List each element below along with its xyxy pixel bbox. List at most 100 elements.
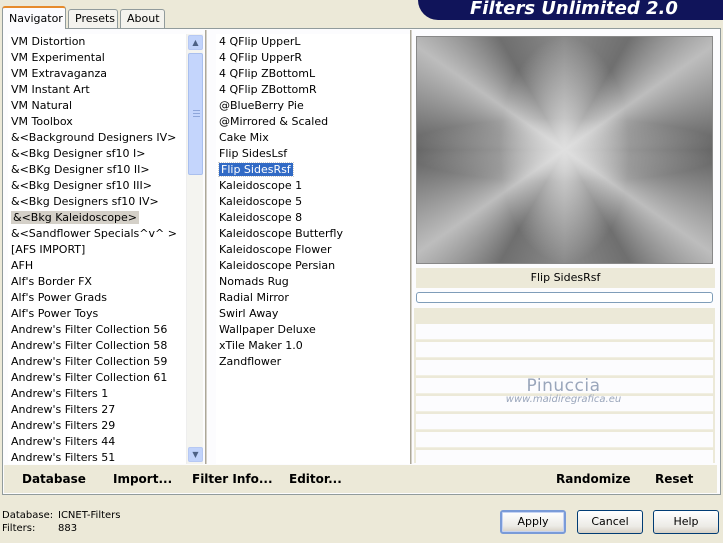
category-item[interactable]: Andrew's Filters 44 xyxy=(8,434,186,450)
filter-item-label: Kaleidoscope 1 xyxy=(219,179,303,192)
import-button[interactable]: Import... xyxy=(113,472,172,486)
filter-item[interactable]: Kaleidoscope 1 xyxy=(216,178,410,194)
category-item[interactable]: VM Experimental xyxy=(8,50,186,66)
filter-item[interactable]: Kaleidoscope Persian xyxy=(216,258,410,274)
filter-list[interactable]: 4 QFlip UpperL 4 QFlip UpperR 4 QFlip ZBot… xyxy=(216,34,410,464)
category-item[interactable]: Andrew's Filter Collection 59 xyxy=(8,354,186,370)
chevron-up-icon[interactable]: ▲ xyxy=(188,35,203,50)
panel-button-bar: Database Import... Filter Info... Editor… xyxy=(4,465,717,493)
category-item-label: Andrew's Filters 51 xyxy=(11,451,116,464)
filter-info-button[interactable]: Filter Info... xyxy=(192,472,273,486)
apply-button[interactable]: Apply xyxy=(500,510,566,534)
filter-item-label: Flip SidesRsf xyxy=(218,162,294,177)
filter-item[interactable]: @Mirrored & Scaled xyxy=(216,114,410,130)
parameter-row xyxy=(416,378,713,394)
filter-item[interactable]: Kaleidoscope Flower xyxy=(216,242,410,258)
filter-item[interactable]: xTile Maker 1.0 xyxy=(216,338,410,354)
category-item[interactable]: Andrew's Filter Collection 56 xyxy=(8,322,186,338)
parameter-row xyxy=(416,342,713,358)
help-button[interactable]: Help xyxy=(653,510,719,534)
grip-line xyxy=(193,110,200,111)
filter-item-label: Nomads Rug xyxy=(219,275,289,288)
filter-item[interactable]: Kaleidoscope Butterfly xyxy=(216,226,410,242)
category-item[interactable]: AFH xyxy=(8,258,186,274)
filter-item[interactable]: Kaleidoscope 8 xyxy=(216,210,410,226)
category-item-label: AFH xyxy=(11,259,34,272)
category-item[interactable]: VM Extravaganza xyxy=(8,66,186,82)
category-item-label: Andrew's Filters 1 xyxy=(11,387,109,400)
list-divider xyxy=(205,30,207,464)
app-title: Filters Unlimited 2.0 xyxy=(470,0,678,19)
grip-line xyxy=(193,113,200,114)
filter-item-label: xTile Maker 1.0 xyxy=(219,339,303,352)
filter-item[interactable]: 4 QFlip ZBottomR xyxy=(216,82,410,98)
category-item[interactable]: &<Sandflower Specials^v^ > xyxy=(8,226,186,242)
category-item[interactable]: Andrew's Filters 27 xyxy=(8,402,186,418)
category-item-label: &<Bkg Designer sf10 I> xyxy=(11,147,146,160)
category-item[interactable]: &<Bkg Designer sf10 I> xyxy=(8,146,186,162)
reset-button[interactable]: Reset xyxy=(655,472,693,486)
cancel-button[interactable]: Cancel xyxy=(577,510,643,534)
category-item-label: VM Toolbox xyxy=(11,115,73,128)
filter-item[interactable]: 4 QFlip UpperR xyxy=(216,50,410,66)
tab-presets[interactable]: Presets xyxy=(68,9,118,28)
category-item[interactable]: Andrew's Filter Collection 61 xyxy=(8,370,186,386)
filters-label: Filters: xyxy=(2,523,36,534)
category-item[interactable]: Andrew's Filters 1 xyxy=(8,386,186,402)
category-item[interactable]: Alf's Power Grads xyxy=(8,290,186,306)
category-item[interactable]: VM Toolbox xyxy=(8,114,186,130)
filters-count: 883 xyxy=(58,523,78,534)
filter-item-label: Flip SidesLsf xyxy=(219,147,288,160)
category-item[interactable]: Andrew's Filters 29 xyxy=(8,418,186,434)
category-item-label: Andrew's Filter Collection 61 xyxy=(11,371,168,384)
category-item[interactable]: VM Distortion xyxy=(8,34,186,50)
chevron-down-icon[interactable]: ▼ xyxy=(188,447,203,462)
filter-item[interactable]: Kaleidoscope 5 xyxy=(216,194,410,210)
tab-navigator[interactable]: Navigator xyxy=(2,6,66,29)
filter-item[interactable]: Nomads Rug xyxy=(216,274,410,290)
filter-item-label: Kaleidoscope 5 xyxy=(219,195,303,208)
category-item[interactable]: &<Bkg Kaleidoscope> xyxy=(8,210,186,226)
category-item[interactable]: Alf's Power Toys xyxy=(8,306,186,322)
filter-item-label: Kaleidoscope Persian xyxy=(219,259,336,272)
category-item[interactable]: VM Instant Art xyxy=(8,82,186,98)
category-list[interactable]: VM Distortion VM Experimental VM Extravaga… xyxy=(8,34,186,464)
category-item[interactable]: &<Background Designers IV> xyxy=(8,130,186,146)
category-scrollbar[interactable]: ▲ ▼ xyxy=(186,34,203,464)
database-button[interactable]: Database xyxy=(22,472,86,486)
filter-item-label: 4 QFlip ZBottomR xyxy=(219,83,317,96)
parameter-row xyxy=(416,432,713,448)
filter-item[interactable]: Swirl Away xyxy=(216,306,410,322)
category-item[interactable]: &<Bkg Designer sf10 III> xyxy=(8,178,186,194)
filter-item-label: Kaleidoscope Butterfly xyxy=(219,227,343,240)
category-item[interactable]: Andrew's Filter Collection 58 xyxy=(8,338,186,354)
category-item[interactable]: VM Natural xyxy=(8,98,186,114)
category-item-label: Andrew's Filter Collection 58 xyxy=(11,339,168,352)
category-item[interactable]: Andrew's Filters 51 xyxy=(8,450,186,464)
category-item-label: Andrew's Filter Collection 59 xyxy=(11,355,168,368)
filter-item[interactable]: Zandflower xyxy=(216,354,410,370)
filter-item-label: 4 QFlip UpperL xyxy=(219,35,301,48)
category-item[interactable]: &<BKg Designer sf10 II> xyxy=(8,162,186,178)
category-item[interactable]: &<Bkg Designers sf10 IV> xyxy=(8,194,186,210)
filter-item[interactable]: Cake Mix xyxy=(216,130,410,146)
category-item-label: &<Bkg Designer sf10 III> xyxy=(11,179,153,192)
filter-item[interactable]: Flip SidesRsf xyxy=(216,162,410,178)
parameter-row xyxy=(416,324,713,340)
filter-item[interactable]: 4 QFlip UpperL xyxy=(216,34,410,50)
editor-button[interactable]: Editor... xyxy=(289,472,342,486)
category-item[interactable]: Alf's Border FX xyxy=(8,274,186,290)
filter-item[interactable]: Radial Mirror xyxy=(216,290,410,306)
filter-item[interactable]: Wallpaper Deluxe xyxy=(216,322,410,338)
category-item[interactable]: [AFS IMPORT] xyxy=(8,242,186,258)
filter-item[interactable]: Flip SidesLsf xyxy=(216,146,410,162)
filter-item-label: Swirl Away xyxy=(219,307,279,320)
tab-about[interactable]: About xyxy=(120,9,165,28)
scrollbar-thumb[interactable] xyxy=(188,53,203,175)
filter-item[interactable]: 4 QFlip ZBottomL xyxy=(216,66,410,82)
parameter-row xyxy=(416,414,713,430)
category-item-label: VM Instant Art xyxy=(11,83,90,96)
category-item-label: [AFS IMPORT] xyxy=(11,243,86,256)
filter-item[interactable]: @BlueBerry Pie xyxy=(216,98,410,114)
randomize-button[interactable]: Randomize xyxy=(556,472,630,486)
